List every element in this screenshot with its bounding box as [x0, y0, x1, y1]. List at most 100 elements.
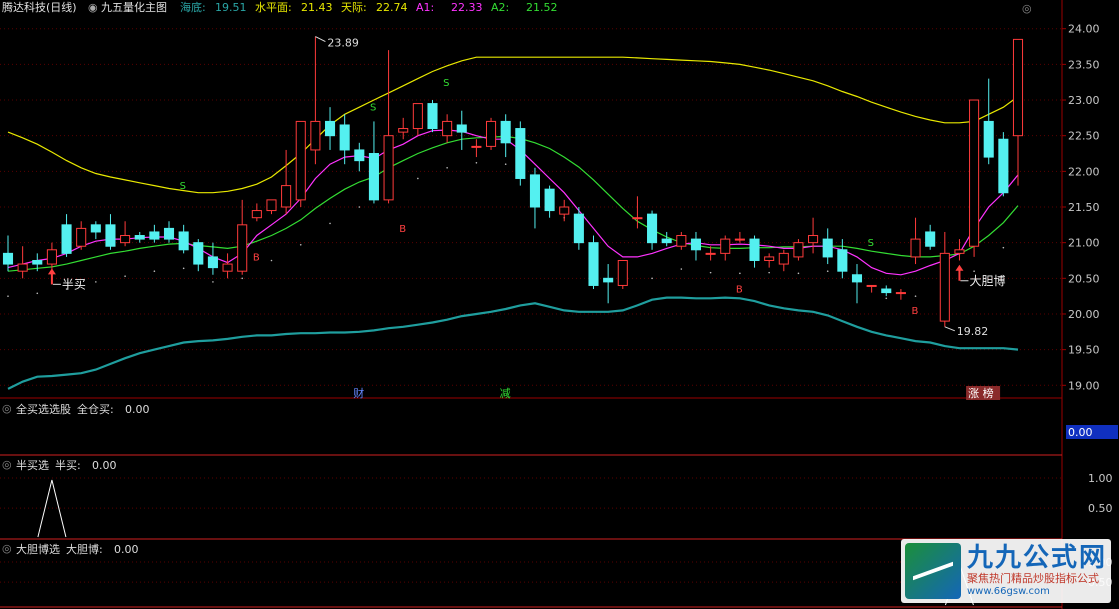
signal-label: B — [736, 285, 743, 296]
candle — [822, 228, 833, 265]
y-tick-label: 21.00 — [1068, 237, 1100, 250]
support-dot — [36, 292, 39, 295]
subpanel-circle-icon: ◎ — [2, 402, 12, 415]
candle — [163, 221, 175, 243]
candle — [281, 149, 292, 215]
candle-body — [324, 120, 336, 137]
candle-body — [690, 238, 702, 251]
candle-body — [383, 135, 394, 201]
upper-band-line — [7, 56, 1019, 194]
candle-body — [17, 263, 28, 272]
candle-body — [471, 145, 482, 148]
settings-circle-icon[interactable]: ◎ — [1022, 2, 1032, 15]
support-dot — [417, 177, 419, 180]
indicator-value: 22.33 — [451, 1, 483, 14]
indicator-label: A2: — [491, 1, 509, 14]
candle — [149, 224, 160, 243]
candle-body — [705, 252, 716, 255]
candle — [471, 139, 482, 158]
candle-body — [120, 235, 131, 244]
candle-body — [339, 124, 350, 151]
candle-body — [32, 259, 43, 265]
support-dot — [358, 206, 361, 208]
candle — [808, 217, 819, 254]
candle-body — [2, 252, 14, 265]
candle — [383, 50, 394, 204]
candle — [442, 114, 453, 143]
candle-body — [222, 263, 233, 272]
y-tick-label: 22.50 — [1068, 130, 1100, 143]
candle-body — [603, 277, 614, 283]
candle — [266, 199, 277, 215]
candle-body — [954, 249, 965, 254]
candle-body — [559, 206, 570, 215]
candle-body — [310, 120, 321, 151]
candle-body — [910, 238, 921, 258]
high-label: 23.89 — [327, 37, 359, 50]
candle-body — [764, 256, 775, 261]
candle — [354, 142, 365, 172]
support-dot — [826, 270, 829, 272]
candle-body — [354, 149, 365, 162]
candle-body — [442, 120, 453, 137]
candle — [456, 110, 467, 150]
y-tick-label: 22.00 — [1068, 165, 1100, 178]
candle — [617, 259, 628, 290]
support-dot — [1002, 246, 1005, 249]
candle-body — [237, 224, 248, 272]
y-tick-label: 23.50 — [1068, 58, 1100, 71]
candle — [939, 231, 950, 327]
chart-stage: 腾达科技(日线) ◉ 九五量化主图 海底: 19.51 水平面: 21.43 天际: 22… — [0, 0, 1118, 609]
candle-body — [90, 224, 101, 233]
candle-body — [588, 242, 599, 286]
y-tick-label: 21.50 — [1068, 201, 1100, 214]
indicator-name[interactable]: 九五量化主图 — [101, 0, 167, 14]
arrow-label: 大胆博 — [969, 273, 1005, 288]
support-dot — [329, 222, 331, 225]
candle-body — [456, 124, 467, 133]
candle — [368, 121, 379, 204]
candle — [295, 120, 306, 207]
candle — [573, 207, 584, 250]
y-tick-label: 19.00 — [1068, 379, 1100, 392]
support-dot — [446, 166, 448, 169]
candle-body — [1012, 38, 1024, 137]
signal-label: S — [370, 103, 376, 114]
candle-body — [632, 217, 643, 220]
candle — [90, 221, 101, 240]
candle — [120, 221, 131, 247]
watermark-title: 九九公式网 — [967, 543, 1108, 573]
candle-body — [720, 238, 731, 254]
lower-band-line — [7, 296, 1019, 390]
support-dot — [153, 270, 156, 272]
subpanel-circle-icon: ◎ — [2, 542, 12, 555]
event-label: 减 — [500, 387, 511, 400]
candle — [529, 167, 540, 229]
candle-body — [822, 238, 833, 258]
support-dot — [504, 163, 507, 166]
candle — [324, 107, 336, 150]
candle — [544, 185, 555, 218]
support-dot — [739, 272, 741, 275]
candle-body — [486, 120, 497, 147]
candle — [251, 203, 262, 222]
indicator-value: 21.43 — [301, 1, 333, 14]
candle-body — [163, 227, 175, 240]
signal-label: B — [912, 306, 919, 317]
support-dot — [680, 268, 683, 270]
candle-body — [778, 252, 789, 265]
subpanel-title: 大胆博选 — [16, 542, 60, 556]
candle-body — [61, 224, 72, 254]
support-dot — [768, 271, 770, 274]
stock-name: 腾达科技(日线) — [2, 0, 77, 14]
candle — [603, 264, 614, 304]
indicator-value: 19.51 — [215, 1, 247, 14]
candle — [105, 214, 116, 250]
price-axis: 24.00 23.50 23.00 22.50 22.00 21.50 21.00 20.50… — [0, 0, 1100, 609]
signal-label: S — [868, 238, 874, 249]
support-dot — [124, 275, 126, 277]
support-dot — [241, 277, 244, 280]
candle — [969, 99, 980, 257]
y-tick-label: 24.00 — [1068, 23, 1100, 36]
subpanel-label: 全仓买: — [77, 402, 114, 416]
